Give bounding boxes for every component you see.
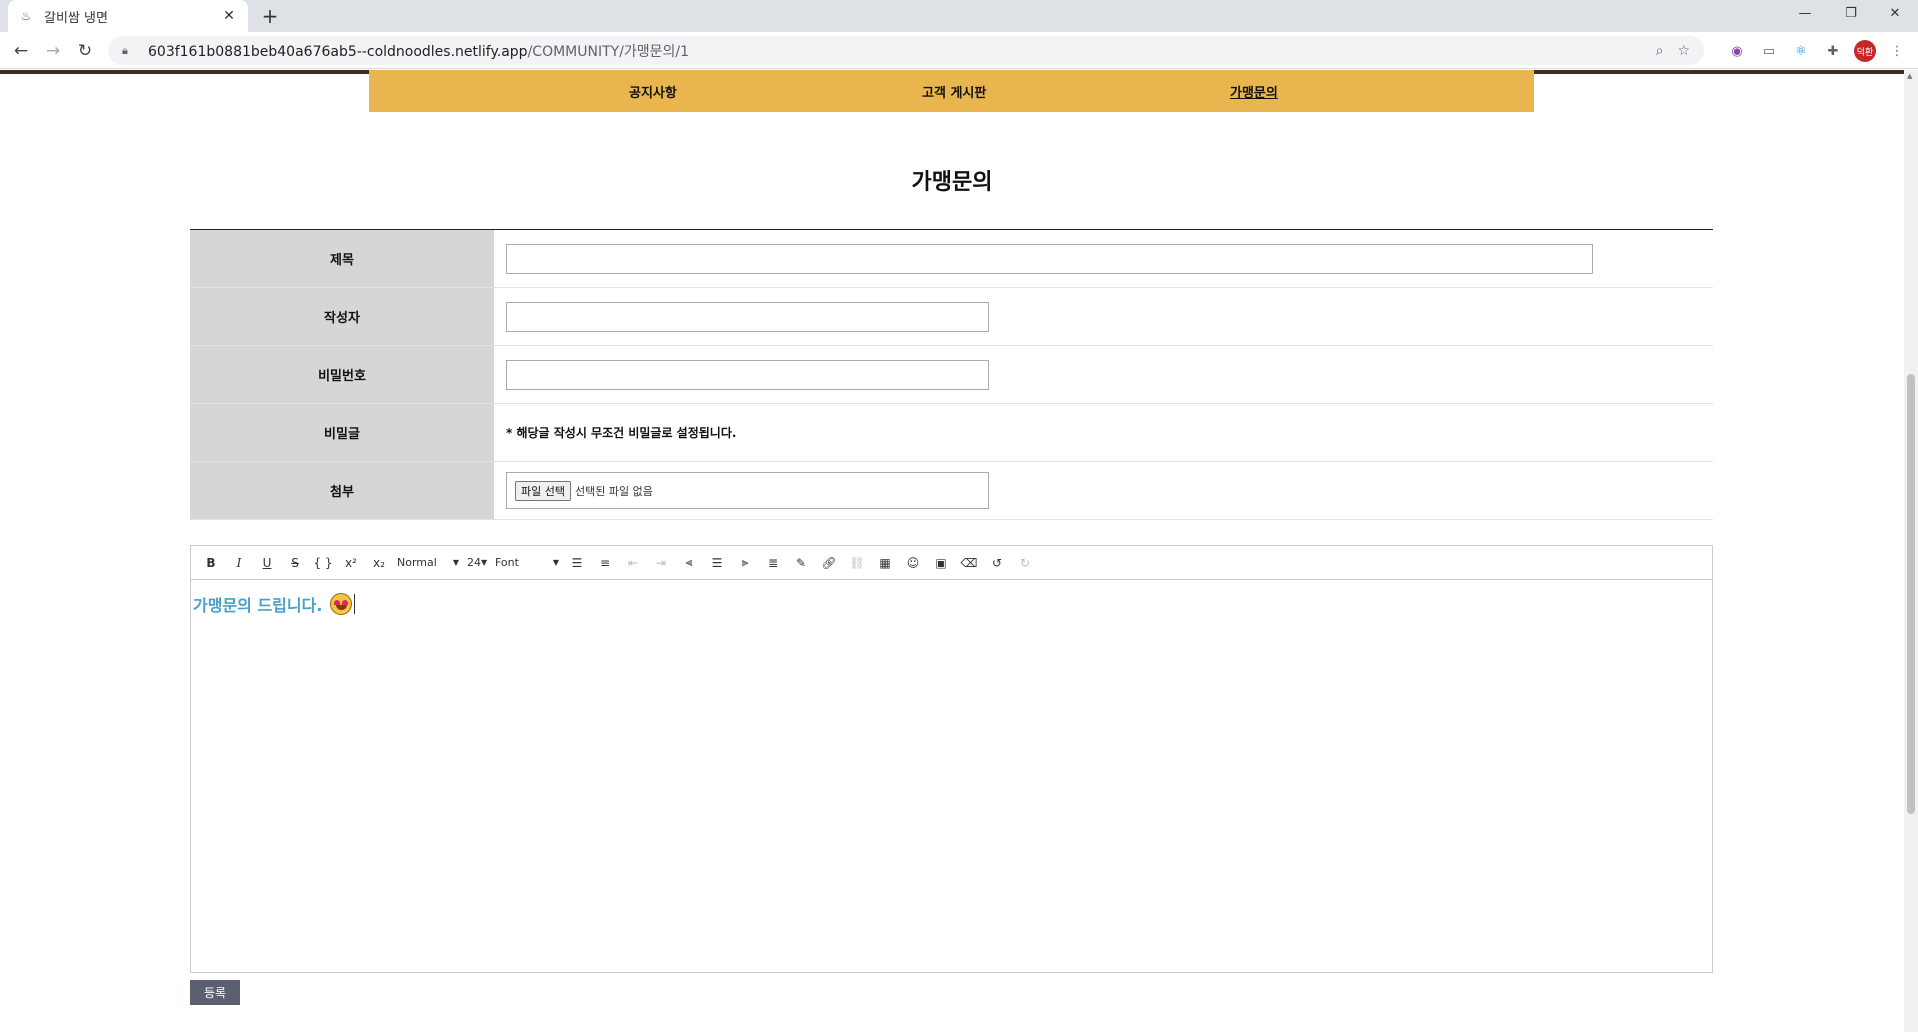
minimize-button[interactable]: — — [1782, 0, 1828, 26]
author-input[interactable] — [506, 301, 989, 332]
italic-icon[interactable]: I — [225, 549, 253, 577]
secret-label: 비밀글 — [190, 404, 494, 461]
browser-toolbar: ← → ↻ 🔒︎ 603f161b0881beb40a676ab5--coldn… — [0, 32, 1918, 69]
undo-icon[interactable]: ↺ — [983, 549, 1011, 577]
chevron-down-icon: ▼ — [552, 558, 559, 567]
forward-arrow-icon[interactable]: → — [40, 38, 66, 64]
header-select[interactable]: Normal ▼ — [393, 551, 463, 575]
extensions-puzzle-icon[interactable]: ✚ — [1822, 40, 1844, 62]
url-text: 603f161b0881beb40a676ab5--coldnoodles.ne… — [148, 41, 689, 61]
editor-content[interactable]: 가맹문의 드립니다. — [191, 580, 1712, 628]
zoom-icon[interactable]: ⌕ — [1656, 43, 1664, 59]
author-label: 작성자 — [190, 288, 494, 345]
font-select[interactable]: Font ▼ — [491, 551, 563, 575]
page-viewport: 공지사항 고객 게시판 가맹문의 가맹문의 제목 작성자 비밀번호 비밀글 * … — [0, 70, 1904, 1032]
heart-eyes-emoji-icon — [330, 593, 353, 615]
superscript-icon[interactable]: x² — [337, 549, 365, 577]
ordered-list-icon[interactable]: ≡ — [591, 549, 619, 577]
outdent-icon[interactable]: ⇤ — [619, 549, 647, 577]
menu-dots-icon[interactable]: ⋮ — [1886, 40, 1908, 62]
close-tab-icon[interactable]: ✕ — [220, 7, 238, 25]
rich-text-editor: B I U S { } x² x₂ Normal ▼ 24 ▼ Font ▼ ☰ ≡ … — [190, 545, 1713, 973]
size-select-value: 24 — [467, 556, 481, 569]
bowl-icon: ♨ — [20, 9, 32, 23]
restore-button[interactable]: ❐ — [1828, 0, 1874, 26]
file-input[interactable]: 파일 선택 선택된 파일 없음 — [506, 472, 989, 509]
browser-tabstrip: ♨ 갈비쌈 냉면 ✕ + — ❐ ✕ — [0, 0, 1918, 32]
reload-icon[interactable]: ↻ — [72, 38, 98, 64]
eraser-icon[interactable]: ⌫ — [955, 549, 983, 577]
redo-icon[interactable]: ↻ — [1011, 549, 1039, 577]
address-bar[interactable]: 🔒︎ 603f161b0881beb40a676ab5--coldnoodles… — [108, 36, 1704, 65]
emoji-icon[interactable]: ☺ — [899, 549, 927, 577]
chevron-down-icon: ▼ — [481, 558, 488, 567]
size-select[interactable]: 24 ▼ — [463, 551, 491, 575]
unlink-icon[interactable]: ⛓ — [843, 549, 871, 577]
browser-tab[interactable]: ♨ 갈비쌈 냉면 ✕ — [8, 0, 248, 32]
align-justify-icon[interactable]: ≣ — [759, 549, 787, 577]
strikethrough-icon[interactable]: S — [281, 549, 309, 577]
font-select-value: Font — [495, 556, 519, 569]
text-cursor — [354, 594, 356, 614]
close-window-button[interactable]: ✕ — [1872, 0, 1918, 26]
profile-avatar[interactable]: 덕환 — [1854, 40, 1876, 62]
page-scrollbar[interactable]: ▲ — [1904, 70, 1918, 1032]
align-center-icon[interactable]: ☰ — [703, 549, 731, 577]
community-subnav: 공지사항 고객 게시판 가맹문의 — [369, 70, 1534, 112]
scroll-up-icon[interactable]: ▲ — [1907, 72, 1912, 80]
inquiry-form: 제목 작성자 비밀번호 비밀글 * 해당글 작성시 무조건 비밀글로 설정됩니다… — [190, 229, 1713, 520]
form-row-secret: 비밀글 * 해당글 작성시 무조건 비밀글로 설정됩니다. — [190, 404, 1713, 462]
url-domain: 603f161b0881beb40a676ab5--coldnoodles.ne… — [148, 43, 528, 60]
editor-toolbar: B I U S { } x² x₂ Normal ▼ 24 ▼ Font ▼ ☰ ≡ … — [191, 546, 1712, 580]
page-title: 가맹문의 — [911, 170, 993, 195]
form-row-title: 제목 — [190, 230, 1713, 288]
scrollbar-thumb[interactable] — [1907, 374, 1915, 814]
bookmark-star-icon[interactable]: ☆ — [1677, 43, 1690, 59]
title-label: 제목 — [190, 230, 494, 287]
subnav-notice[interactable]: 공지사항 — [629, 82, 677, 101]
link-icon[interactable]: 🔗︎ — [815, 549, 843, 577]
extension-react-icon[interactable]: ⚛ — [1790, 40, 1812, 62]
subscript-icon[interactable]: x₂ — [365, 549, 393, 577]
submit-button[interactable]: 등록 — [190, 980, 240, 1005]
align-right-icon[interactable]: ⫸ — [731, 549, 759, 577]
form-row-author: 작성자 — [190, 288, 1713, 346]
underline-icon[interactable]: U — [253, 549, 281, 577]
extension-radio-icon[interactable]: ◉ — [1726, 40, 1748, 62]
table-icon[interactable]: ▦ — [871, 549, 899, 577]
indent-icon[interactable]: ⇥ — [647, 549, 675, 577]
subnav-franchise[interactable]: 가맹문의 — [1230, 82, 1278, 101]
lock-icon: 🔒︎ — [122, 43, 128, 57]
back-arrow-icon[interactable]: ← — [8, 38, 34, 64]
password-label: 비밀번호 — [190, 346, 494, 403]
file-status: 선택된 파일 없음 — [574, 484, 653, 498]
form-row-attach: 첨부 파일 선택 선택된 파일 없음 — [190, 462, 1713, 520]
attach-label: 첨부 — [190, 462, 494, 519]
chevron-down-icon: ▼ — [452, 558, 459, 567]
title-input[interactable] — [506, 243, 1593, 274]
extension-cast-icon[interactable]: ▭ — [1758, 40, 1780, 62]
url-path: /COMMUNITY/가맹문의/1 — [527, 43, 690, 60]
bold-icon[interactable]: B — [197, 549, 225, 577]
secret-notice: * 해당글 작성시 무조건 비밀글로 설정됩니다. — [506, 426, 737, 440]
image-icon[interactable]: ▣ — [927, 549, 955, 577]
align-left-icon[interactable]: ⫷ — [675, 549, 703, 577]
header-select-value: Normal — [397, 556, 437, 569]
password-input[interactable] — [506, 359, 989, 390]
new-tab-button[interactable]: + — [258, 4, 282, 28]
subnav-board[interactable]: 고객 게시판 — [922, 82, 986, 101]
bullet-list-icon[interactable]: ☰ — [563, 549, 591, 577]
code-block-icon[interactable]: { } — [309, 549, 337, 577]
form-row-password: 비밀번호 — [190, 346, 1713, 404]
color-picker-icon[interactable]: ✎ — [787, 549, 815, 577]
editor-text: 가맹문의 드립니다. — [193, 596, 323, 615]
file-choose-button[interactable]: 파일 선택 — [515, 480, 571, 501]
tab-title: 갈비쌈 냉면 — [44, 10, 108, 26]
